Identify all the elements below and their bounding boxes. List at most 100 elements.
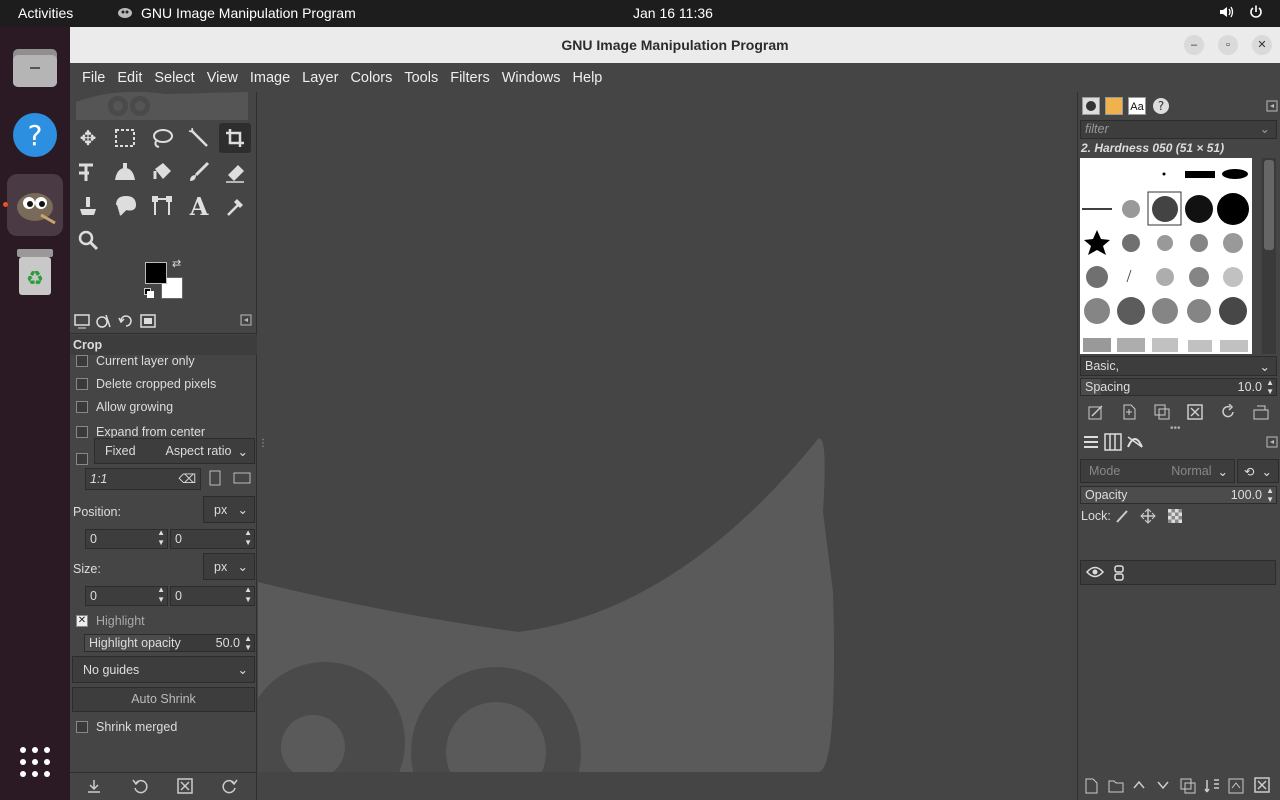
dock-gimp[interactable] <box>7 174 63 236</box>
menu-windows[interactable]: Windows <box>496 70 567 86</box>
shrink-merged-option[interactable]: Shrink merged <box>76 720 177 734</box>
expand-from-center-option[interactable]: Expand from center <box>76 425 205 439</box>
menu-colors[interactable]: Colors <box>344 70 398 86</box>
ratio-field[interactable]: 1:1 ⌫ <box>85 468 201 490</box>
brush-grid[interactable] <box>1080 158 1252 354</box>
lasso-tool-icon[interactable] <box>146 123 178 153</box>
configure-tab-icon[interactable] <box>1266 436 1278 451</box>
foreground-color-swatch[interactable] <box>145 262 167 284</box>
clear-icon[interactable]: ⌫ <box>178 469 196 489</box>
paintbrush-tool-icon[interactable] <box>183 157 215 187</box>
open-brush-icon[interactable] <box>1253 404 1269 423</box>
refresh-brushes-icon[interactable] <box>1220 403 1236 423</box>
expand-from-center-checkbox[interactable] <box>76 426 88 438</box>
tab-patterns[interactable] <box>1105 97 1123 115</box>
highlight-option[interactable]: ✕ Highlight <box>76 614 145 628</box>
menu-layer[interactable]: Layer <box>296 70 344 86</box>
portrait-icon[interactable] <box>209 470 221 489</box>
menu-help[interactable]: Help <box>567 70 609 86</box>
activities-button[interactable]: Activities <box>18 5 73 21</box>
edit-brush-icon[interactable] <box>1088 404 1104 423</box>
app-menu[interactable]: GNU Image Manipulation Program <box>117 5 356 21</box>
smudge-tool-icon[interactable] <box>109 191 141 221</box>
position-x-input[interactable]: 0 ▲ ▼ <box>85 528 168 549</box>
scrollbar-thumb[interactable] <box>1264 160 1274 250</box>
menu-tools[interactable]: Tools <box>398 70 444 86</box>
title-bar[interactable]: GNU Image Manipulation Program – ▫ ✕ <box>70 27 1280 63</box>
configure-tab-icon[interactable] <box>240 314 252 329</box>
current-layer-only-checkbox[interactable] <box>76 355 88 367</box>
highlight-opacity-slider[interactable]: Highlight opacity 50.0 ▲ ▼ <box>84 634 255 652</box>
delete-cropped-checkbox[interactable] <box>76 378 88 390</box>
default-colors-icon[interactable] <box>144 288 154 298</box>
lower-layer-icon[interactable] <box>1156 778 1170 795</box>
bucket-fill-tool-icon[interactable] <box>146 157 178 187</box>
dock-trash[interactable]: ♻ <box>10 247 60 297</box>
layers-list[interactable] <box>1080 586 1276 772</box>
composite-mode-dropdown[interactable]: ⟲ ⌄ <box>1237 459 1279 483</box>
chain-link-icon[interactable] <box>1113 565 1125 584</box>
chevron-down-icon[interactable]: ⌄ <box>1260 121 1270 138</box>
new-layer-group-icon[interactable] <box>1108 778 1124 797</box>
delete-brush-icon[interactable] <box>1187 404 1203 423</box>
spacing-slider[interactable]: Spacing 10.0 ▲ ▼ <box>1080 378 1277 396</box>
tab-help[interactable]: ? <box>1152 97 1170 118</box>
brush-filter-input[interactable]: filter ⌄ <box>1080 120 1277 139</box>
clone-tool-icon[interactable] <box>72 191 104 221</box>
size-height-input[interactable]: 0 ▲ ▼ <box>170 585 255 606</box>
maximize-button[interactable]: ▫ <box>1218 35 1238 55</box>
brush-tag-dropdown[interactable]: Basic, ⌄ <box>1080 356 1277 376</box>
fuzzy-select-tool-icon[interactable] <box>183 123 215 153</box>
guides-dropdown[interactable]: No guides ⌄ <box>72 656 255 683</box>
tab-channels[interactable] <box>1104 433 1122 454</box>
fixed-option[interactable] <box>76 453 88 465</box>
spin-icon[interactable]: ▲ ▼ <box>1266 486 1274 504</box>
spin-icon[interactable]: ▲ ▼ <box>244 585 252 605</box>
size-unit-dropdown[interactable]: px ⌄ <box>203 553 255 580</box>
fixed-checkbox[interactable] <box>76 453 88 465</box>
visibility-eye-icon[interactable] <box>1085 565 1105 582</box>
layer-mode-dropdown[interactable]: Mode Normal ⌄ <box>1080 459 1235 483</box>
lock-pixels-icon[interactable] <box>1114 508 1130 527</box>
clock[interactable]: Jan 16 11:36 <box>633 5 713 21</box>
zoom-tool-icon[interactable] <box>72 225 104 255</box>
swap-colors-icon[interactable]: ⇄ <box>172 257 181 270</box>
current-layer-only-option[interactable]: Current layer only <box>76 354 195 368</box>
menu-select[interactable]: Select <box>148 70 200 86</box>
brush-scrollbar[interactable] <box>1262 158 1276 354</box>
fixed-mode-dropdown[interactable]: Fixed Aspect ratio ⌄ <box>94 438 255 464</box>
duplicate-brush-icon[interactable] <box>1154 404 1170 423</box>
unified-transform-tool-icon[interactable] <box>72 157 104 187</box>
spin-icon[interactable]: ▲ ▼ <box>244 528 252 548</box>
menu-edit[interactable]: Edit <box>111 70 148 86</box>
mask-layer-icon[interactable] <box>1228 778 1244 797</box>
dock-handle[interactable]: ⋮ <box>258 438 268 458</box>
tab-fonts[interactable]: Aa <box>1128 97 1146 115</box>
tab-device-status[interactable] <box>96 313 112 332</box>
spin-icon[interactable]: ▲ ▼ <box>157 585 165 605</box>
raise-layer-icon[interactable] <box>1132 778 1146 795</box>
color-picker-tool-icon[interactable] <box>219 191 251 221</box>
restore-preset-icon[interactable] <box>132 778 148 797</box>
warp-transform-tool-icon[interactable] <box>109 157 141 187</box>
save-preset-icon[interactable] <box>87 779 101 796</box>
position-unit-dropdown[interactable]: px ⌄ <box>203 496 255 523</box>
text-tool-icon[interactable]: A <box>183 191 215 221</box>
shrink-merged-checkbox[interactable] <box>76 721 88 733</box>
tab-undo-history[interactable] <box>118 313 134 332</box>
new-brush-icon[interactable] <box>1121 404 1137 423</box>
configure-tab-icon[interactable] <box>1266 100 1278 115</box>
spin-icon[interactable]: ▲ ▼ <box>157 528 165 548</box>
dock-files[interactable] <box>10 42 60 92</box>
new-layer-icon[interactable] <box>1084 778 1098 797</box>
spin-icon[interactable]: ▲ ▼ <box>1266 378 1274 396</box>
spin-icon[interactable]: ▲ ▼ <box>244 634 252 652</box>
delete-cropped-option[interactable]: Delete cropped pixels <box>76 377 216 391</box>
lock-alpha-icon[interactable] <box>1167 508 1183 527</box>
system-tray[interactable] <box>1218 4 1264 20</box>
tab-paths[interactable] <box>1126 433 1144 454</box>
canvas-area[interactable]: ⋮ <box>258 92 1075 772</box>
tab-layers[interactable] <box>1082 433 1100 454</box>
allow-growing-checkbox[interactable] <box>76 401 88 413</box>
position-y-input[interactable]: 0 ▲ ▼ <box>170 528 255 549</box>
